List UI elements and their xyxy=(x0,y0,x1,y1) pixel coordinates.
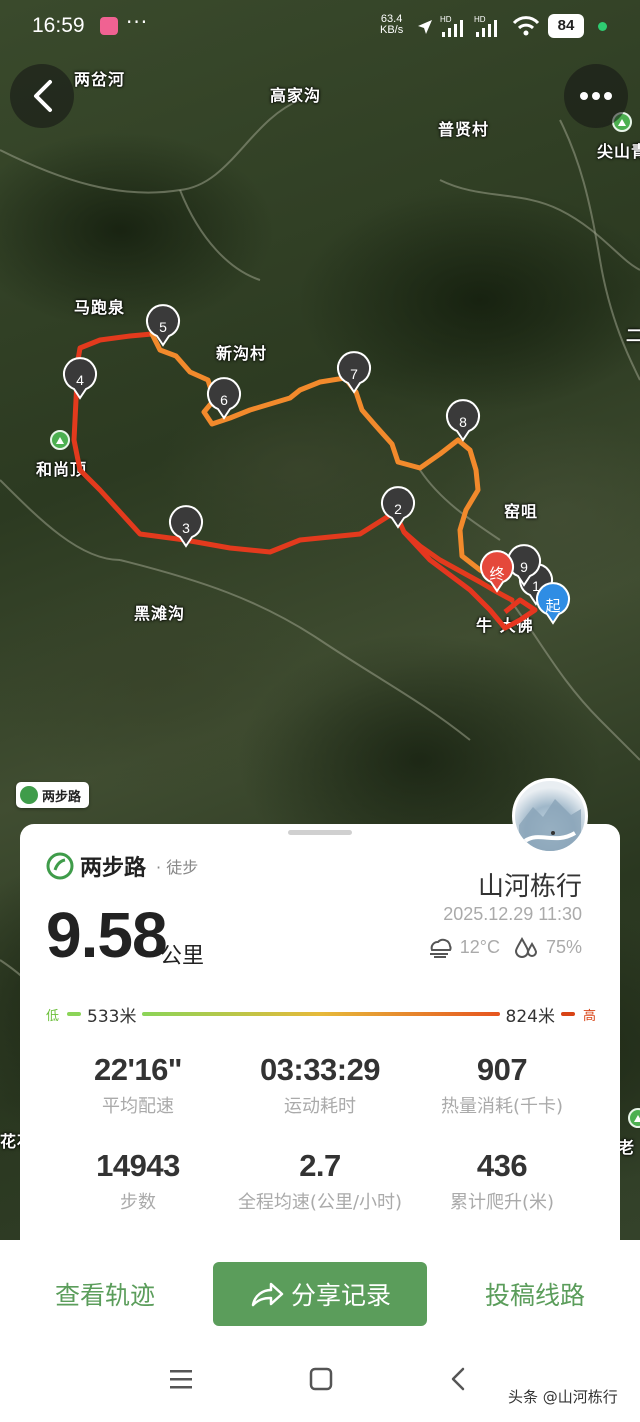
map-brand-logo: 两步路 xyxy=(16,782,90,808)
svg-text:4: 4 xyxy=(76,372,84,388)
waypoint-7: 7 xyxy=(337,351,371,394)
waypoint-markers: 5 4 6 7 8 2 3 1 9 终 起 xyxy=(63,304,570,625)
elevation-high-label: 高 xyxy=(582,1008,596,1024)
activity-type: · 徒步 xyxy=(156,858,199,877)
elevation-gradient xyxy=(142,1012,500,1016)
app-notification-icon xyxy=(100,17,118,35)
more-options-button[interactable] xyxy=(564,64,628,128)
chevron-left-icon xyxy=(34,80,52,112)
drag-handle[interactable] xyxy=(288,830,352,835)
signal-1-icon: HD xyxy=(440,15,463,37)
signal-2-icon: HD xyxy=(474,15,497,37)
distance-unit: 公里 xyxy=(160,944,205,969)
elevation-low-swatch xyxy=(67,1012,82,1016)
two-steps-logo-icon xyxy=(20,786,38,804)
activity-summary-card: 两步路 · 徒步 山河栋行 2025.12.29 11:30 9.58 公里 1… xyxy=(20,824,620,1244)
bottom-action-bar: 查看轨迹 分享记录 投稿线路 头条 @山河栋行 xyxy=(0,1240,640,1422)
humidity: 75% xyxy=(545,936,582,957)
more-dots-icon xyxy=(580,92,612,100)
total-distance: 9.58 xyxy=(46,899,168,971)
watermark: 头条 @山河栋行 xyxy=(508,1388,618,1406)
share-record-button[interactable]: 分享记录 xyxy=(213,1262,427,1326)
stat-avg-pace: 22'16" 平均配速 xyxy=(93,1052,183,1117)
track-segment-red xyxy=(71,331,515,603)
stat-avg-speed: 2.7 全程均速(公里/小时) xyxy=(237,1148,403,1213)
user-name: 山河栋行 xyxy=(477,872,582,902)
status-time: 16:59 xyxy=(32,14,85,37)
elevation-low-label: 低 xyxy=(46,1008,60,1024)
user-avatar[interactable] xyxy=(512,778,588,854)
waypoint-2: 2 xyxy=(381,486,415,529)
landscape-avatar-icon xyxy=(519,799,581,851)
svg-text:5: 5 xyxy=(159,319,167,335)
share-arrow-icon xyxy=(251,1282,284,1307)
brand-header: 两步路 · 徒步 xyxy=(46,850,198,882)
svg-text:8: 8 xyxy=(459,414,467,430)
start-marker: 起 xyxy=(536,582,570,625)
activity-datetime: 2025.12.29 11:30 xyxy=(443,904,582,924)
cloudy-weather-icon xyxy=(429,938,452,958)
stat-steps: 14943 步数 xyxy=(96,1148,180,1213)
svg-text:6: 6 xyxy=(220,392,228,408)
submit-route-button[interactable]: 投稿线路 xyxy=(460,1262,610,1326)
location-arrow-icon xyxy=(418,20,432,34)
svg-text:2: 2 xyxy=(394,501,402,517)
more-notifications-icon: ··· xyxy=(126,10,149,34)
back-button[interactable] xyxy=(10,64,74,128)
waypoint-4: 4 xyxy=(63,357,97,400)
menu-nav-icon[interactable] xyxy=(168,1366,194,1392)
elevation-bar: 低 533米 824米 高 xyxy=(46,1002,596,1027)
back-nav-icon[interactable] xyxy=(446,1366,472,1392)
humidity-drops-icon xyxy=(514,936,537,958)
svg-text:HD: HD xyxy=(440,15,452,24)
weather-info: 12°C 75% xyxy=(426,936,582,958)
stat-calories: 907 热量消耗(千卡) xyxy=(440,1052,564,1117)
elevation-high-swatch xyxy=(560,1012,575,1016)
svg-text:起: 起 xyxy=(545,597,560,615)
privacy-dot-icon xyxy=(598,22,607,31)
network-speed: 63.4 KB/s xyxy=(380,13,404,36)
wifi-icon xyxy=(512,16,540,36)
svg-text:终: 终 xyxy=(489,565,504,583)
waypoint-8: 8 xyxy=(446,399,480,442)
temperature: 12°C xyxy=(459,936,500,957)
stat-ascent: 436 累计爬升(米) xyxy=(449,1148,555,1213)
view-track-button[interactable]: 查看轨迹 xyxy=(30,1262,180,1326)
elevation-min: 533米 xyxy=(87,1006,137,1027)
elevation-max: 824米 xyxy=(505,1006,555,1027)
status-bar: 16:59 ··· 63.4 KB/s HD HD 84 xyxy=(0,0,640,52)
home-nav-icon[interactable] xyxy=(308,1366,334,1392)
svg-text:7: 7 xyxy=(350,366,358,382)
svg-text:9: 9 xyxy=(520,559,528,575)
brand-name: 两步路 xyxy=(80,856,147,881)
stat-duration: 03:33:29 运动耗时 xyxy=(259,1052,381,1117)
svg-text:HD: HD xyxy=(474,15,486,24)
svg-text:3: 3 xyxy=(182,520,190,536)
share-record-label: 分享记录 xyxy=(290,1281,391,1310)
battery-indicator: 84 xyxy=(548,14,584,38)
two-steps-logo-icon xyxy=(46,852,74,880)
waypoint-6: 6 xyxy=(207,377,241,420)
